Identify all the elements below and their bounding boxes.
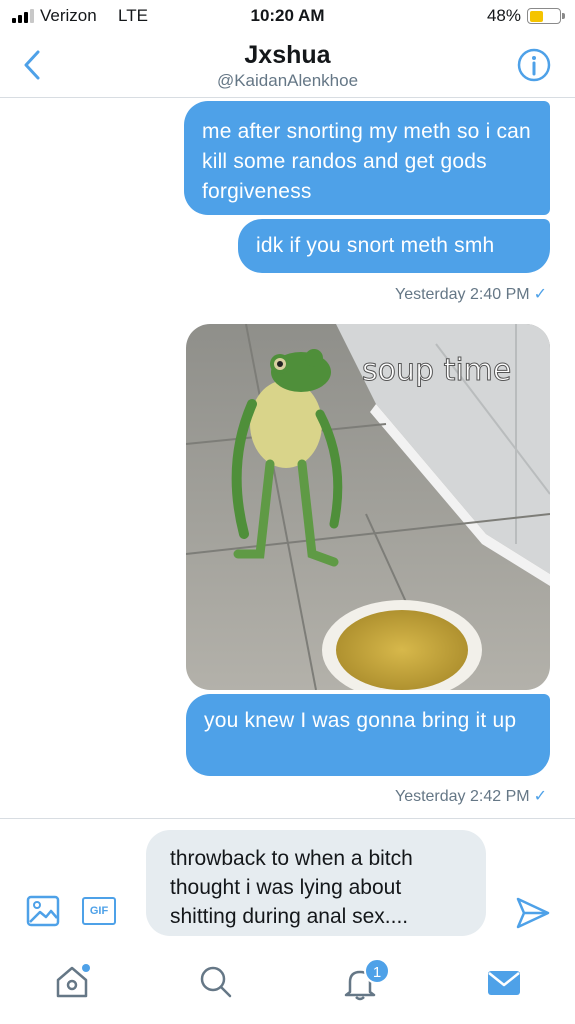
message-bubble-sent[interactable]: you knew I was gonna bring it up	[186, 694, 550, 776]
image-message[interactable]: soup time	[186, 324, 550, 690]
info-icon	[517, 48, 551, 82]
frog-soup-image: soup time	[186, 324, 550, 690]
timestamp-text: Yesterday 2:40 PM	[394, 286, 530, 303]
status-bar: Verizon LTE 10:20 AM 48%	[0, 0, 575, 34]
battery-fill	[529, 10, 544, 22]
image-icon	[26, 895, 60, 927]
image-caption: soup time	[362, 353, 511, 388]
bottom-tab-bar: 1	[0, 946, 575, 1024]
info-button[interactable]	[517, 48, 551, 82]
tab-search[interactable]	[196, 962, 236, 1002]
message-timestamp: Yesterday 2:42 PM ✓	[395, 786, 547, 806]
tab-messages[interactable]	[484, 962, 524, 1002]
timestamp-text: Yesterday 2:42 PM	[394, 788, 530, 805]
message-bubble-sent[interactable]: me after snorting my meth so i can kill …	[184, 101, 550, 215]
add-photo-button[interactable]	[26, 895, 60, 927]
home-new-indicator	[82, 964, 90, 972]
send-button[interactable]	[515, 895, 551, 931]
read-check-icon: ✓	[533, 788, 547, 805]
battery-icon	[527, 8, 565, 24]
message-bubble-sent[interactable]: idk if you snort meth smh	[238, 219, 550, 273]
conversation-header: Jxshua @KaidanAlenkhoe	[0, 34, 575, 98]
message-timestamp: Yesterday 2:40 PM ✓	[395, 284, 547, 304]
gif-button[interactable]: GIF	[82, 897, 116, 925]
notifications-badge: 1	[364, 958, 390, 984]
mail-icon	[488, 971, 520, 995]
compose-bar: GIF throwback to when a bitch thought i …	[0, 818, 575, 946]
message-input[interactable]: throwback to when a bitch thought i was …	[146, 830, 486, 936]
contact-name: Jxshua	[244, 41, 331, 69]
conversation-title[interactable]: Jxshua @KaidanAlenkhoe	[0, 40, 575, 92]
contact-handle: @KaidanAlenkhoe	[216, 71, 359, 90]
send-icon	[516, 897, 550, 929]
search-icon	[200, 966, 232, 998]
read-check-icon: ✓	[533, 286, 547, 303]
battery-percent: 48%	[486, 6, 521, 25]
